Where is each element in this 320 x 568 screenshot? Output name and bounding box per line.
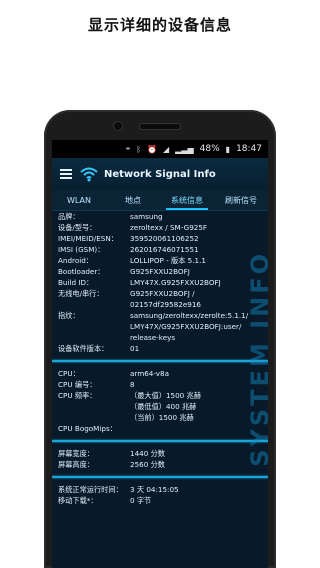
info-value: zeroltexx / SM-G925F: [130, 223, 208, 232]
watermark: SYSTEM INFO: [246, 251, 268, 467]
info-value: G925FXXU2BOFJ / 02157df29582e916: [130, 289, 201, 309]
info-label: [58, 412, 130, 423]
info-value: （最低值）400 兆赫: [130, 402, 197, 411]
info-row: Android： LOLLIPOP - 版本 5.1.1: [52, 255, 268, 266]
info-value: samsung: [130, 212, 163, 221]
tab-location[interactable]: 地点: [106, 190, 160, 210]
info-label: CPU BogoMips：: [58, 424, 117, 433]
speaker-icon: [140, 124, 180, 129]
info-row: （当前）1500 兆赫: [52, 412, 268, 423]
uptime-section: 系统正常运行时间： 3 天 04:15:05 移动下载*： 0 字节: [52, 484, 268, 506]
screen-section: 屏幕宽度： 1440 分数屏幕高度： 2560 分数: [52, 448, 268, 470]
info-value: 1440 分数: [130, 449, 165, 458]
menu-icon[interactable]: [60, 169, 72, 179]
info-row: 品牌： samsung: [52, 211, 268, 222]
location-icon: ⌖: [125, 144, 131, 153]
info-label: Bootloader：: [58, 267, 105, 276]
phone-screen: ⌖ ᛒ ⏰ ◢ ▂▃▅ 48% ▮ 18:47 Network Signal I…: [52, 140, 268, 568]
battery-level: 48%: [199, 144, 220, 154]
info-value: 01: [130, 344, 140, 353]
wifi-status-icon: ◢: [163, 144, 170, 154]
info-label: 系统正常运行时间：: [58, 485, 123, 494]
info-label: IMEI/MEID/ESN：: [58, 234, 118, 243]
info-value: 8: [130, 380, 135, 389]
info-label: 设备软件版本：: [58, 344, 109, 353]
info-value: 359520061106252: [130, 234, 199, 243]
info-row: IMSI (GSM)： 262016746071551: [52, 244, 268, 255]
divider: [52, 476, 268, 478]
info-value: samsung/zeroltexx/zerolte:5.1.1/ LMY47X/…: [130, 311, 249, 342]
status-bar: ⌖ ᛒ ⏰ ◢ ▂▃▅ 48% ▮ 18:47: [52, 140, 268, 158]
tab-bar: WLAN 地点 系统信息 刷新信号: [52, 190, 268, 211]
info-row: 屏幕高度： 2560 分数: [52, 459, 268, 470]
alarm-icon: ⏰: [147, 144, 158, 154]
info-label: 指纹：: [58, 311, 80, 320]
info-value: 2560 分数: [130, 460, 165, 469]
info-label: CPU 编号：: [58, 380, 97, 389]
info-row: 移动下载*： 0 字节: [52, 495, 268, 506]
info-value: [130, 423, 262, 434]
tab-refresh-signal[interactable]: 刷新信号: [214, 190, 268, 210]
info-label: 屏幕宽度：: [58, 449, 94, 458]
info-label: CPU 频率：: [58, 391, 97, 400]
bluetooth-icon: ᛒ: [136, 144, 142, 154]
info-value: G925FXXU2BOFJ: [130, 267, 190, 276]
info-label: 移动下载*：: [58, 496, 98, 505]
info-label: 设备/型号：: [58, 223, 97, 232]
wifi-logo-icon: [80, 166, 98, 182]
system-info-content[interactable]: SYSTEM INFO 品牌： samsung 设备/型号： zeroltexx / …: [52, 211, 268, 551]
info-row: CPU 频率： （最大值）1500 兆赫: [52, 390, 268, 401]
info-value: LMY47X.G925FXXU2BOFJ: [130, 278, 221, 287]
info-row: Build ID： LMY47X.G925FXXU2BOFJ: [52, 277, 268, 288]
info-row: 无线电/串行： G925FXXU2BOFJ / 02157df29582e916: [52, 288, 268, 310]
info-value: 0 字节: [130, 496, 152, 505]
info-row: CPU： arm64-v8a: [52, 368, 268, 379]
info-label: Android：: [58, 256, 93, 265]
signal-icon: ▂▃▅: [175, 144, 194, 154]
info-label: 无线电/串行：: [58, 289, 104, 298]
device-section: 品牌： samsung 设备/型号： zeroltexx / SM-G925F IMEI…: [52, 211, 268, 354]
info-row: CPU BogoMips：: [52, 423, 268, 434]
info-label: CPU：: [58, 369, 80, 378]
camera-icon: [114, 122, 122, 130]
app-bar: Network Signal Info: [52, 158, 268, 190]
info-row: （最低值）400 兆赫: [52, 401, 268, 412]
app-title: Network Signal Info: [104, 168, 216, 180]
info-value: 262016746071551: [130, 245, 199, 254]
info-row: 系统正常运行时间： 3 天 04:15:05: [52, 484, 268, 495]
info-label: IMSI (GSM)：: [58, 245, 105, 254]
info-label: 品牌：: [58, 212, 80, 221]
info-row: 设备/型号： zeroltexx / SM-G925F: [52, 222, 268, 233]
info-label: 屏幕高度：: [58, 460, 94, 469]
info-row: IMEI/MEID/ESN： 359520061106252: [52, 233, 268, 244]
info-row: 屏幕宽度： 1440 分数: [52, 448, 268, 459]
info-label: [58, 401, 130, 412]
info-value: （最大值）1500 兆赫: [130, 391, 201, 400]
headline: 显示详细的设备信息: [87, 16, 232, 34]
divider: [52, 440, 268, 442]
clock: 18:47: [236, 144, 262, 154]
info-value: arm64-v8a: [130, 369, 170, 378]
info-row: Bootloader： G925FXXU2BOFJ: [52, 266, 268, 277]
tab-system-info[interactable]: 系统信息: [160, 190, 214, 210]
tab-wlan[interactable]: WLAN: [52, 190, 106, 210]
info-value: 3 天 04:15:05: [130, 485, 179, 494]
info-label: Build ID：: [58, 278, 94, 287]
cpu-section: CPU： arm64-v8a CPU 编号： 8 CPU 频率： （最大值）1500 兆赫…: [52, 368, 268, 434]
info-value: LOLLIPOP - 版本 5.1.1: [130, 256, 206, 265]
info-value: （当前）1500 兆赫: [130, 413, 194, 422]
info-row: 指纹： samsung/zeroltexx/zerolte:5.1.1/ LMY4…: [52, 310, 268, 343]
divider: [52, 360, 268, 362]
info-row: 设备软件版本： 01: [52, 343, 268, 354]
info-row: CPU 编号： 8: [52, 379, 268, 390]
battery-icon: ▮: [225, 144, 231, 154]
phone-frame: ⌖ ᛒ ⏰ ◢ ▂▃▅ 48% ▮ 18:47 Network Signal I…: [44, 110, 276, 568]
